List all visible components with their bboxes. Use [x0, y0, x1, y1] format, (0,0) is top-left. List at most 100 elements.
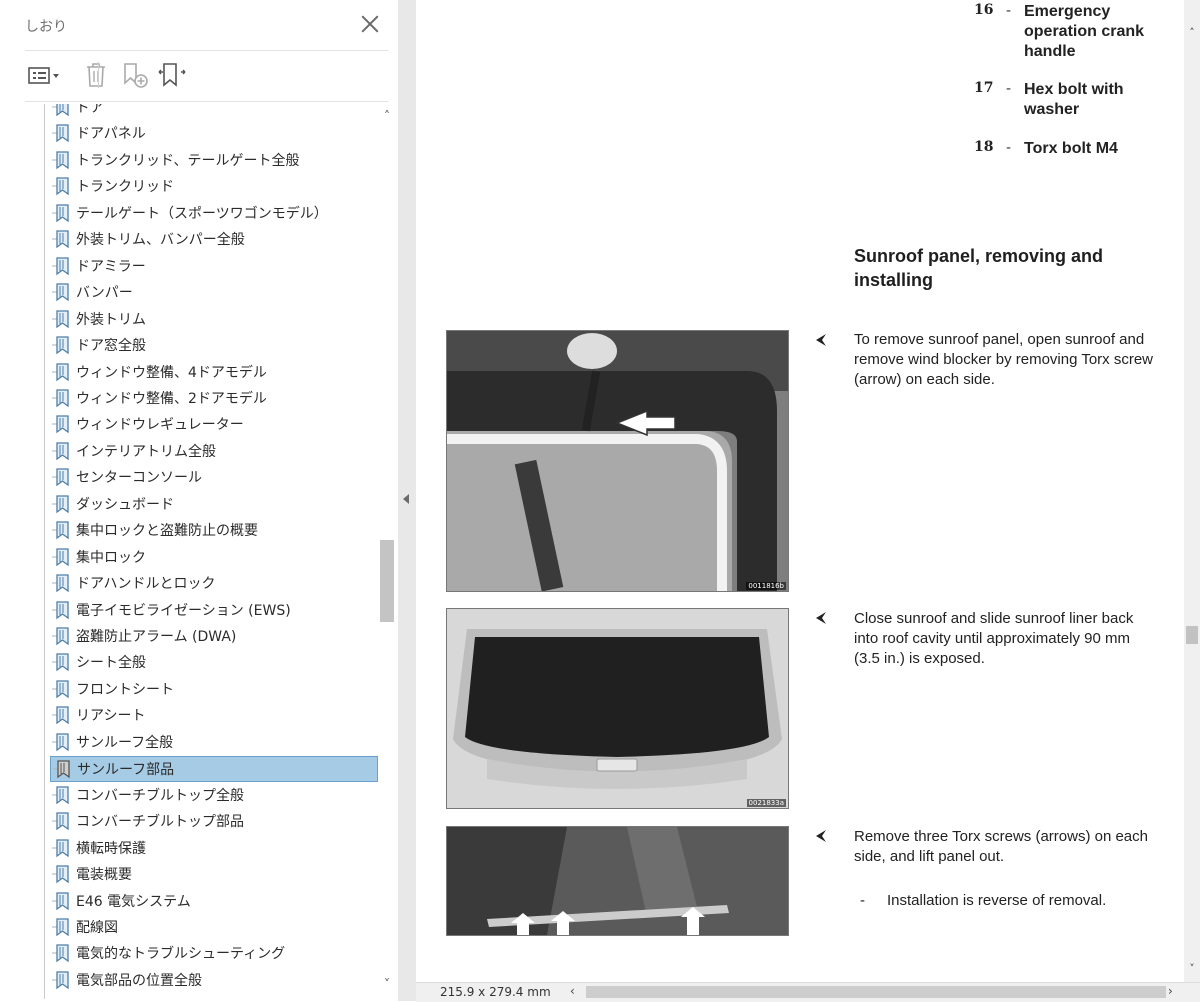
- bookmark-item[interactable]: インテリアトリム全般: [50, 439, 378, 463]
- bookmark-label: バンパー: [76, 285, 133, 302]
- bookmark-icon: [52, 574, 69, 593]
- scroll-thumb[interactable]: [1186, 626, 1198, 644]
- bookmark-item[interactable]: サンルーフ部品: [50, 756, 378, 783]
- bookmark-label: フロントシート: [76, 681, 174, 698]
- bookmark-icon: [52, 680, 69, 699]
- pointer-arrow-icon: [816, 830, 826, 842]
- scroll-left-button[interactable]: ‹: [570, 984, 575, 998]
- bookmark-item[interactable]: コンバーチブルトップ全般: [50, 783, 378, 807]
- new-bookmark-icon: [124, 63, 148, 88]
- panel-title: しおり: [25, 19, 67, 35]
- bookmark-icon: [52, 389, 69, 408]
- bookmark-item[interactable]: ウィンドウ整備、2ドアモデル: [50, 386, 378, 410]
- bookmark-icon: [52, 177, 69, 196]
- options-menu-button[interactable]: [25, 58, 63, 92]
- delete-bookmark-icon: [87, 63, 105, 87]
- photo-code: 0021833a: [746, 799, 786, 807]
- scroll-down-button[interactable]: ˅: [1186, 962, 1198, 975]
- bookmark-item[interactable]: ウィンドウレギュレーター: [50, 412, 378, 436]
- toolbar-divider: [98, 62, 99, 88]
- item-text: Torx bolt M4: [1024, 140, 1118, 157]
- bookmark-label: 電気部品の位置全般: [76, 972, 202, 989]
- photo-wind-blocker: 0011816b: [446, 330, 789, 592]
- delete-bookmark-button[interactable]: [81, 58, 111, 92]
- bookmark-item[interactable]: 横転時保護: [50, 836, 378, 860]
- bookmark-label: ウィンドウレギュレーター: [76, 417, 244, 434]
- new-bookmark-button[interactable]: [120, 58, 150, 92]
- bookmark-label: 配線図: [76, 919, 118, 936]
- bookmark-item[interactable]: 集中ロック: [50, 545, 378, 569]
- bookmark-icon: [53, 760, 70, 779]
- bookmark-item[interactable]: ドアパネル: [50, 121, 378, 145]
- bookmark-item[interactable]: 外装トリム、バンパー全般: [50, 227, 378, 251]
- bookmark-item[interactable]: フロントシート: [50, 677, 378, 701]
- bookmark-item[interactable]: ドア窓全般: [50, 333, 378, 357]
- bookmark-item[interactable]: 電気部品の位置全般: [50, 968, 378, 992]
- scroll-right-button[interactable]: ›: [1168, 984, 1173, 998]
- bookmark-icon: [52, 891, 69, 910]
- bookmark-item[interactable]: 電子イモビライゼーション (EWS): [50, 598, 378, 622]
- bookmark-label: E46 電気システム: [76, 893, 191, 910]
- bookmark-label: リアシート: [76, 708, 146, 725]
- bookmark-icon: [52, 971, 69, 990]
- bookmark-item[interactable]: 電装概要: [50, 862, 378, 886]
- bookmark-item[interactable]: 盗難防止アラーム (DWA): [50, 624, 378, 648]
- step-text: Remove three Torx screws (arrows) on eac…: [854, 828, 1148, 865]
- bookmark-label: サンルーフ全般: [76, 734, 174, 751]
- document-view[interactable]: 16 - Emergency operation crank handle 17…: [416, 0, 1200, 982]
- bookmark-item[interactable]: サンルーフ全般: [50, 730, 378, 754]
- bookmark-item[interactable]: 集中ロックと盗難防止の概要: [50, 518, 378, 542]
- bookmark-label: 電装概要: [76, 867, 132, 884]
- bookmark-icon: [52, 547, 69, 566]
- bookmark-label: 盗難防止アラーム (DWA): [76, 629, 237, 645]
- document-scrollbar[interactable]: ˄ ˅: [1184, 0, 1200, 982]
- bookmark-item[interactable]: コンバーチブルトップ部品: [50, 809, 378, 833]
- collapse-panel-icon[interactable]: [403, 494, 409, 504]
- bookmark-item[interactable]: ウィンドウ整備、4ドアモデル: [50, 360, 378, 384]
- bookmark-icon: [52, 283, 69, 302]
- bookmark-icon: [52, 812, 69, 831]
- bookmark-icon: [52, 204, 69, 223]
- bookmark-item[interactable]: ドア: [50, 104, 378, 119]
- bookmark-item[interactable]: ドアミラー: [50, 254, 378, 278]
- bookmark-item[interactable]: ダッシュボード: [50, 492, 378, 516]
- bookmark-item[interactable]: E46 電気システム: [50, 889, 378, 913]
- bookmark-item[interactable]: トランクリッド、テールゲート全般: [50, 148, 378, 172]
- bookmark-scrollbar[interactable]: ˄ ˅: [378, 104, 396, 999]
- bookmark-icon: [52, 865, 69, 884]
- bookmark-icon: [52, 336, 69, 355]
- bookmark-label: テールゲート（スポーツワゴンモデル）: [76, 205, 328, 222]
- panel-splitter[interactable]: [398, 0, 416, 1001]
- bookmark-label: 集中ロックと盗難防止の概要: [76, 523, 258, 540]
- bookmark-label: インテリアトリム全般: [76, 443, 216, 460]
- bookmark-icon: [52, 495, 69, 514]
- bookmark-item[interactable]: バンパー: [50, 280, 378, 304]
- bookmark-icon: [52, 468, 69, 487]
- close-panel-button[interactable]: [358, 12, 382, 36]
- scroll-up-button[interactable]: ˄: [1186, 26, 1198, 39]
- photo-sunroof-liner-illustration: [447, 609, 788, 808]
- bookmark-item[interactable]: センターコンソール: [50, 465, 378, 489]
- bookmark-icon: [52, 442, 69, 461]
- bookmark-icon: [52, 257, 69, 275]
- bookmark-tree: ドアドアパネルトランクリッド、テールゲート全般 トランクリッドテールゲート（スポー…: [0, 104, 378, 999]
- bookmark-item[interactable]: トランクリッド: [50, 174, 378, 198]
- bookmark-icon: [52, 521, 69, 540]
- bookmark-item[interactable]: シート全般: [50, 650, 378, 674]
- bookmark-item[interactable]: 電気的なトラブルシューティング: [50, 941, 378, 965]
- scroll-down-button[interactable]: ˅: [381, 978, 393, 990]
- bookmark-item[interactable]: ドアハンドルとロック: [50, 571, 378, 595]
- page-size-label: 215.9 x 279.4 mm: [440, 985, 551, 999]
- bookmark-item[interactable]: 外装トリム: [50, 307, 378, 331]
- bookmark-item[interactable]: リアシート: [50, 703, 378, 727]
- scroll-thumb[interactable]: [380, 540, 394, 622]
- bookmark-item[interactable]: 配線図: [50, 915, 378, 939]
- expand-bookmark-button[interactable]: [157, 58, 187, 92]
- bookmark-icon: [52, 733, 69, 752]
- scroll-up-button[interactable]: ˄: [381, 110, 393, 122]
- photo-torx-screws: [446, 826, 789, 936]
- horizontal-scroll-thumb[interactable]: [586, 986, 1166, 998]
- bookmark-item[interactable]: テールゲート（スポーツワゴンモデル）: [50, 201, 378, 225]
- bookmark-label: ドア: [76, 104, 104, 116]
- bookmark-icon: [52, 786, 69, 804]
